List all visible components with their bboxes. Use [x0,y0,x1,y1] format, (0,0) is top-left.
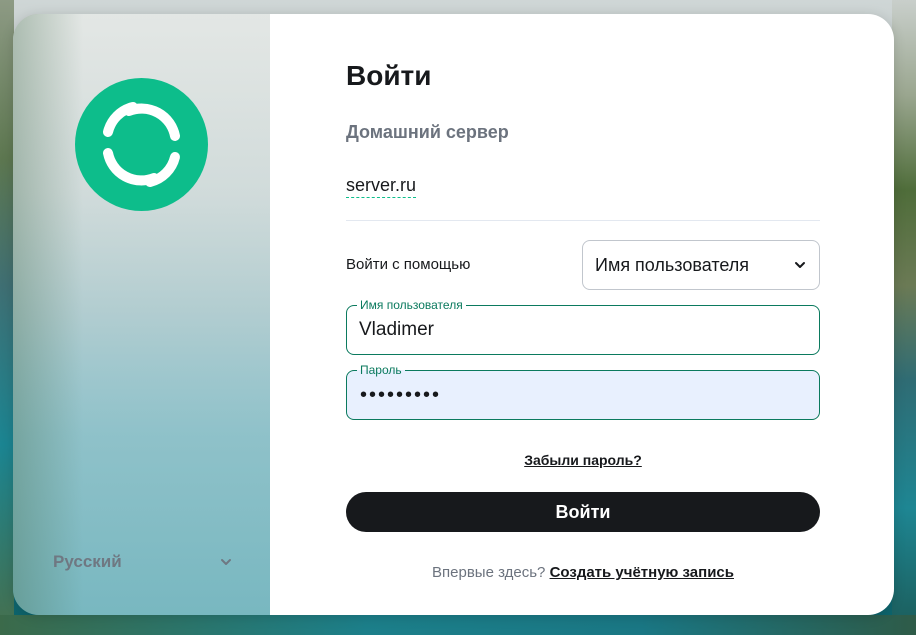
page-title: Войти [346,60,432,91]
auth-sidebar: Русский [13,14,270,615]
create-account-row: Впервые здесь? Создать учётную запись [346,564,820,581]
signin-method-select[interactable]: Имя пользователя [582,240,820,290]
language-selector[interactable]: Русский [53,552,233,572]
password-label: Пароль [357,363,405,377]
create-account-link[interactable]: Создать учётную запись [550,564,734,581]
element-logo-icon [75,78,208,211]
forgot-password-link[interactable]: Забыли пароль? [524,452,642,468]
homeserver-value[interactable]: server.ru [346,175,417,198]
password-input[interactable]: ••••••••• [360,385,441,405]
divider [346,220,820,221]
chevron-down-icon [795,262,805,268]
forgot-password-row: Забыли пароль? [346,452,820,470]
background-bottom [0,615,916,635]
background-left [0,0,14,635]
new-here-text: Впервые здесь? [432,564,546,581]
homeserver-label: Домашний сервер [346,122,509,142]
signin-button[interactable]: Войти [346,492,820,532]
background-right [892,0,916,635]
username-input[interactable] [359,306,799,354]
language-label: Русский [53,552,122,571]
password-field[interactable]: Пароль ••••••••• [346,363,820,420]
chevron-down-icon [221,559,231,565]
signin-method-value: Имя пользователя [595,254,750,275]
signin-with-label: Войти с помощью [346,256,471,273]
auth-card: Русский Войти Домашний сервер server.ru … [13,14,894,615]
username-field[interactable]: Имя пользователя [346,298,820,355]
auth-main: Войти Домашний сервер server.ru Войти с … [270,14,894,615]
